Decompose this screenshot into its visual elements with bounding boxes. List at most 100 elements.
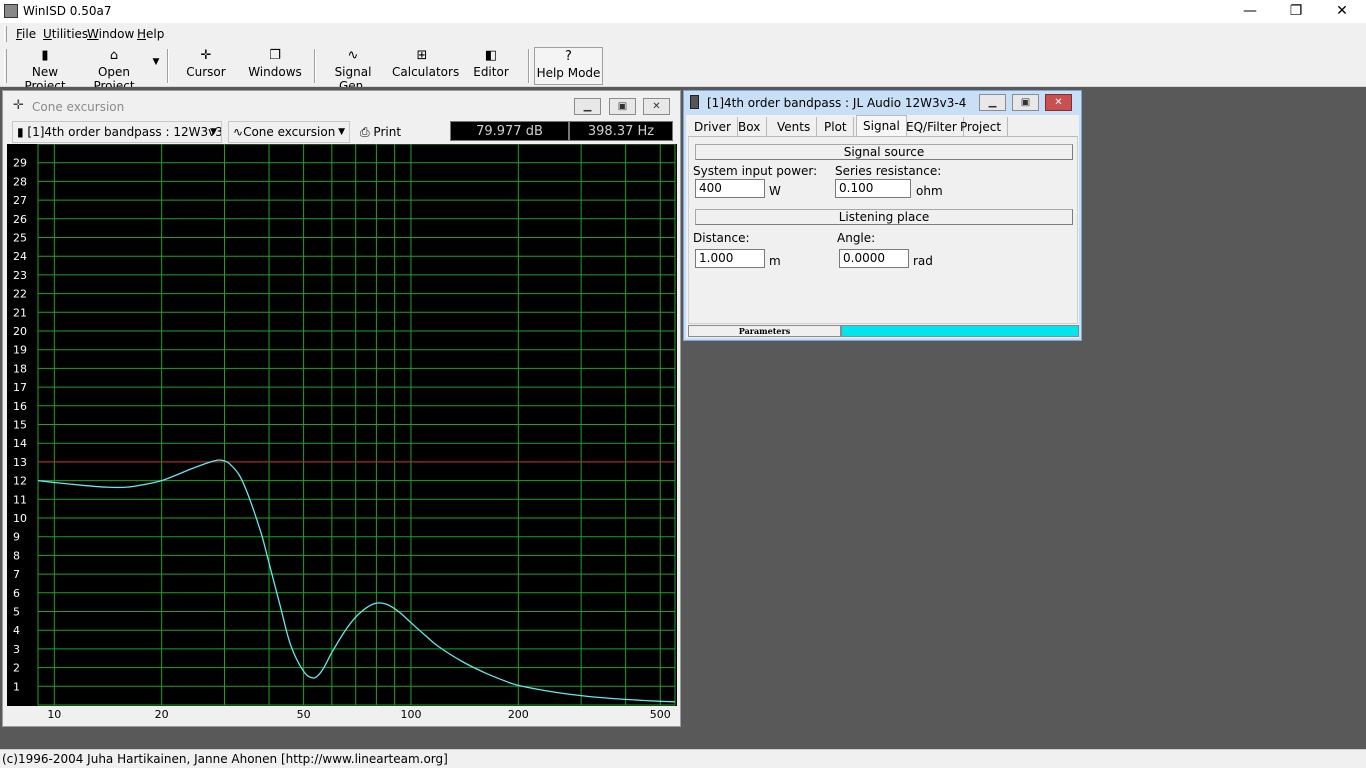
y-tick-label: 14	[13, 437, 27, 450]
toolbar-separator	[528, 49, 530, 83]
cone-close-button[interactable]: ✕	[643, 98, 670, 115]
cone-window-title-bar[interactable]: ✛ Cone excursion ▁ ▣ ✕	[3, 91, 680, 119]
y-tick-label: 27	[13, 194, 27, 207]
y-tick-label: 19	[13, 344, 27, 357]
project-select[interactable]: ▮ [1]4th order bandpass : 12W3v3-4 ▼	[12, 121, 222, 143]
cursor-label: Cursor	[186, 65, 226, 79]
cone-minimize-button[interactable]: ▁	[574, 98, 601, 115]
folder-icon: ⌂	[109, 48, 119, 63]
y-tick-label: 28	[13, 175, 27, 188]
y-tick-label: 3	[13, 643, 20, 656]
chart-svg: 1234567891011121314151617181920212223242…	[7, 144, 677, 721]
y-tick-label: 23	[13, 269, 27, 282]
cone-window-title: Cone excursion	[32, 100, 125, 114]
graph-type-select[interactable]: ∿Cone excursion ▼	[228, 121, 350, 143]
project-minimize-button[interactable]: ▁	[979, 94, 1006, 111]
y-tick-label: 21	[13, 306, 27, 319]
y-tick-label: 9	[13, 531, 20, 544]
project-close-button[interactable]: ✕	[1045, 94, 1072, 111]
cone-excursion-chart[interactable]: 1 2 3 4 5 6 7 8 9 10 11 12 13 14 15 16 17 18 19 20 21 22 23 24 2…	[7, 144, 677, 721]
tab-project[interactable]: Project	[954, 117, 1009, 137]
hz-readout: 398.37 Hz	[569, 121, 673, 141]
tab-vents[interactable]: Vents	[771, 117, 818, 137]
chevron-down-icon: ▼	[338, 127, 345, 137]
cone-restore-button[interactable]: ▣	[609, 98, 636, 115]
x-tick-label: 20	[155, 708, 169, 721]
app-title: WinISD 0.50a7	[23, 4, 112, 18]
menu-bar: File Utilities Window Help	[0, 23, 1366, 45]
angle-label: Angle:	[837, 231, 876, 245]
y-tick-label: 18	[13, 362, 27, 375]
y-tick-label: 16	[13, 400, 27, 413]
y-tick-label: 7	[13, 568, 20, 581]
x-tick-label: 100	[400, 708, 421, 721]
tab-box[interactable]: Box	[732, 117, 768, 137]
signal-source-header: Signal source	[695, 144, 1073, 160]
series-resistance-field[interactable]: 0.100	[835, 179, 911, 198]
editor-label: Editor	[473, 65, 509, 79]
editor-button[interactable]: ◧ Editor	[470, 47, 512, 85]
calculators-button[interactable]: ⊞ Calculators	[392, 47, 459, 85]
input-power-unit: W	[769, 184, 781, 198]
menu-utilities[interactable]: Utilities	[43, 27, 88, 41]
signal-tab-panel: Signal source System input power: 400 W …	[688, 136, 1078, 324]
y-tick-label: 13	[13, 456, 27, 469]
y-tick-label: 2	[13, 662, 20, 675]
y-tick-label: 22	[13, 288, 27, 301]
close-button[interactable]: ✕	[1319, 0, 1365, 23]
open-project-button[interactable]: ⌂ Open Project	[80, 47, 148, 93]
menu-window[interactable]: Window	[87, 27, 134, 41]
y-tick-label: 10	[13, 512, 27, 525]
y-tick-label: 20	[13, 325, 27, 338]
windows-button[interactable]: ❐ Windows	[248, 47, 302, 85]
toolbar-separator	[314, 49, 316, 83]
main-toolbar: ▮ New Project ⌂ Open Project ▼ ✛ Cursor …	[0, 45, 1366, 93]
db-readout: 79.977 dB	[450, 121, 569, 141]
menu-file[interactable]: File	[16, 27, 36, 41]
cursor-button[interactable]: ✛ Cursor	[180, 47, 232, 85]
y-tick-label: 29	[13, 157, 27, 170]
help-mode-button[interactable]: ? Help Mode	[534, 47, 603, 85]
angle-field[interactable]: 0.0000	[839, 249, 909, 268]
tab-plot[interactable]: Plot	[818, 117, 854, 137]
toolbar-separator	[167, 49, 169, 83]
project-status-bar: Parameters	[688, 325, 1079, 337]
signal-gen-button[interactable]: ∿ Signal Gen.	[322, 47, 384, 93]
progress-indicator	[841, 325, 1079, 337]
series-resistance-label: Series resistance:	[835, 164, 942, 178]
print-label: Print	[373, 125, 402, 139]
crosshair-icon: ✛	[13, 98, 24, 113]
new-project-button[interactable]: ▮ New Project	[14, 47, 76, 93]
chevron-down-icon: ▼	[210, 127, 217, 137]
y-tick-label: 15	[13, 419, 27, 432]
distance-unit: m	[769, 254, 781, 268]
menu-help[interactable]: Help	[137, 27, 164, 41]
status-bar: (c)1996-2004 Juha Hartikainen, Janne Aho…	[0, 749, 1366, 768]
tab-driver[interactable]: Driver	[688, 117, 738, 137]
x-axis-strip	[7, 706, 677, 721]
distance-field[interactable]: 1.000	[695, 249, 765, 268]
project-tabs: Driver Box Vents Plot Signal EQ/Filter P…	[688, 115, 1078, 138]
question-icon: ?	[565, 49, 572, 64]
windows-icon: ❐	[269, 48, 281, 63]
project-restore-button[interactable]: ▣	[1012, 94, 1039, 111]
y-tick-label: 25	[13, 232, 27, 245]
new-project-icon: ▮	[41, 48, 49, 63]
print-button[interactable]: ⎙ Print	[355, 121, 415, 143]
sine-wave-icon: ∿	[347, 48, 359, 63]
x-tick-label: 500	[650, 708, 671, 721]
y-tick-label: 24	[13, 250, 27, 263]
calculators-label: Calculators	[392, 65, 460, 79]
help-mode-label: Help Mode	[536, 66, 601, 80]
listening-place-header: Listening place	[695, 209, 1073, 225]
speaker-icon	[690, 95, 699, 109]
input-power-field[interactable]: 400	[695, 179, 765, 198]
y-tick-label: 17	[13, 381, 27, 394]
toolbar-grip	[4, 49, 7, 83]
y-tick-label: 8	[13, 549, 20, 562]
calculator-icon: ⊞	[416, 48, 428, 63]
minimize-button[interactable]: —	[1227, 0, 1273, 23]
series-resistance-unit: ohm	[916, 184, 943, 198]
restore-button[interactable]: ❐	[1273, 0, 1319, 23]
project-window-title-bar[interactable]: [1]4th order bandpass : JL Audio 12W3v3-…	[684, 91, 1081, 115]
